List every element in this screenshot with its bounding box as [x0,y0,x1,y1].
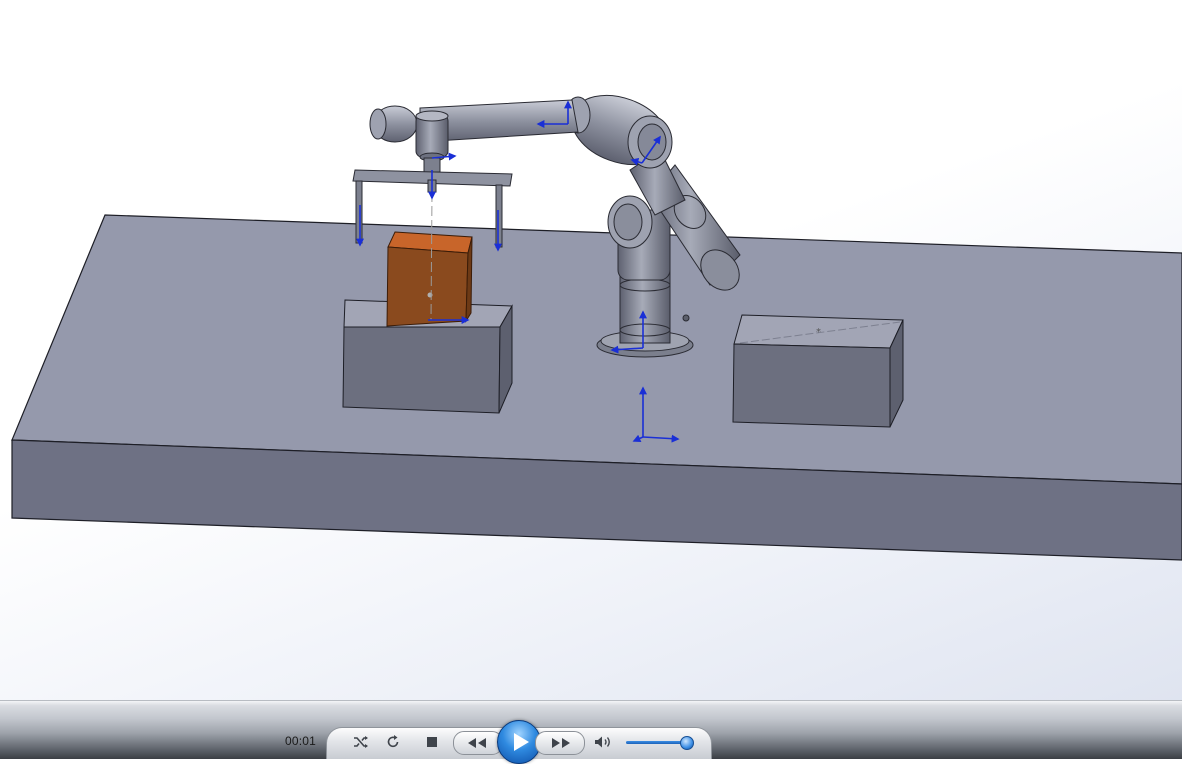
play-icon [513,733,529,751]
previous-icon [468,738,486,748]
svg-text:*: * [816,327,821,338]
repeat-icon [387,735,399,748]
cad-viewport[interactable]: * [0,0,1182,700]
shuffle-button[interactable] [350,732,372,752]
previous-button[interactable] [453,731,503,755]
workpiece-block [386,231,473,327]
volume-slider-knob[interactable] [680,736,694,750]
stop-button[interactable] [423,732,441,752]
stop-icon [427,737,437,747]
robot-upper-arm [369,99,579,173]
next-icon [552,738,570,748]
volume-icon [595,736,610,748]
assembly-scene: * [11,94,1182,561]
repeat-button[interactable] [382,732,404,752]
platform [11,214,1182,561]
playback-time: 00:01 [285,734,317,748]
shuffle-icon [354,736,368,748]
robot-elbow [565,94,673,169]
mute-button[interactable] [592,732,616,752]
next-button[interactable] [535,731,585,755]
right-fixture-box: * [732,314,904,428]
